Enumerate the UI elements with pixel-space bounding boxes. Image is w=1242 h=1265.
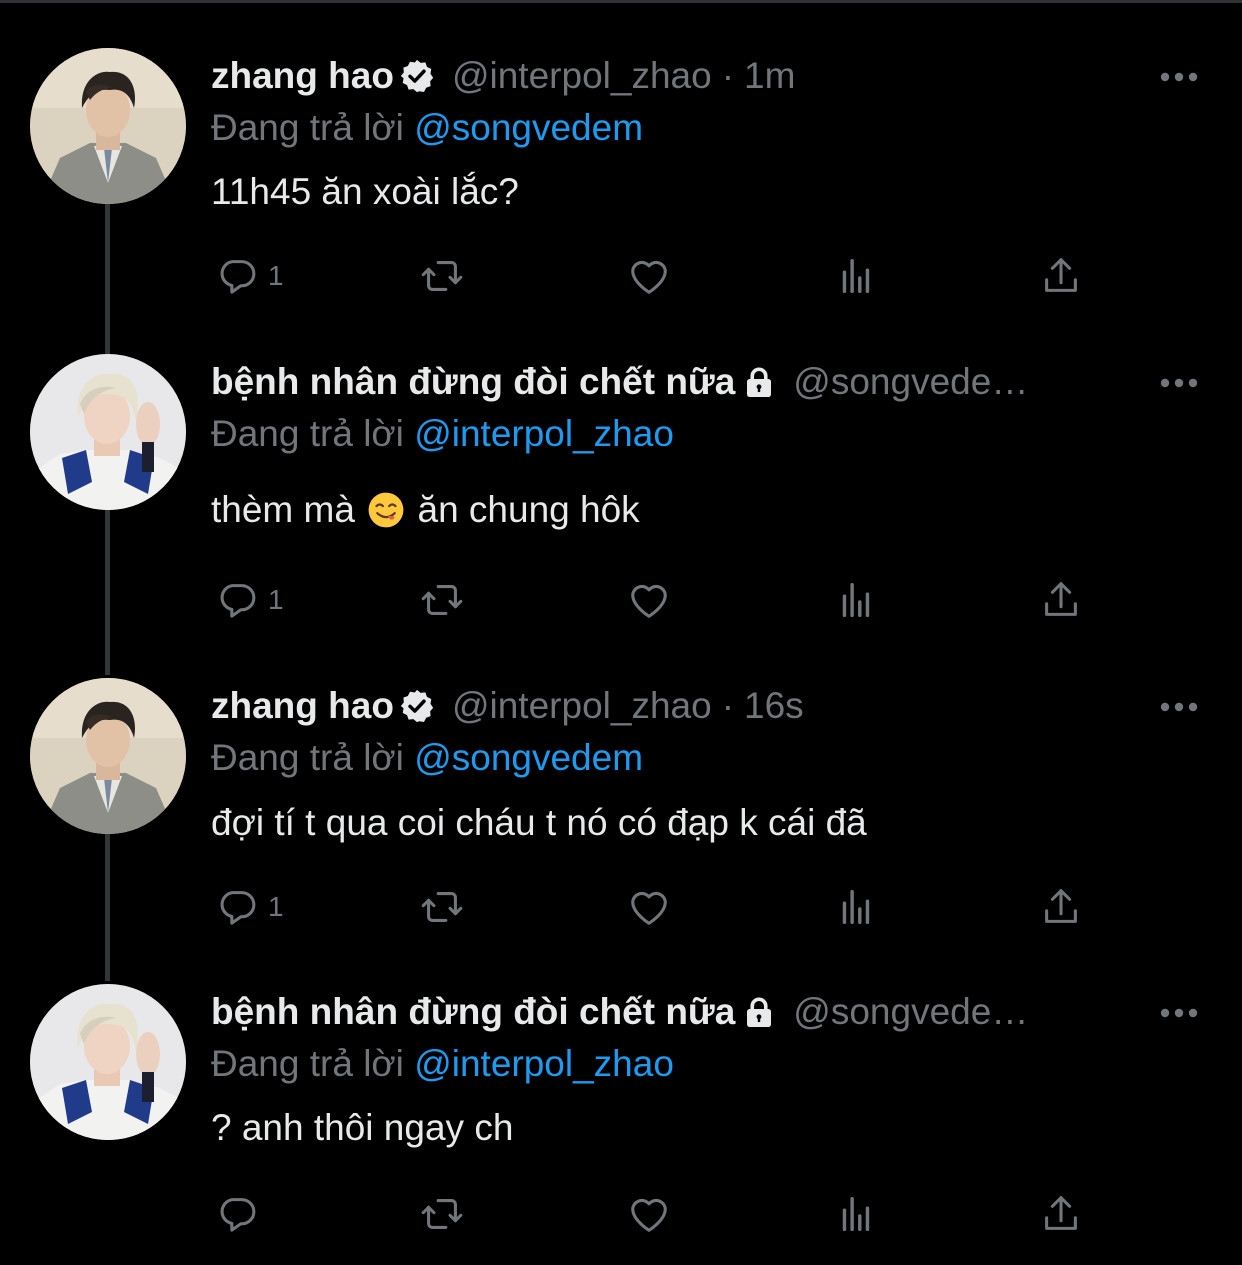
like-button[interactable] <box>626 251 672 301</box>
tweet-text-part: thèm mà <box>211 489 355 530</box>
reply-icon <box>214 253 260 299</box>
share-button[interactable] <box>1038 251 1084 301</box>
retweet-button[interactable] <box>419 251 465 301</box>
retweet-icon <box>419 884 465 930</box>
tweet-text: 11h45 ăn xoài lắc? <box>211 171 519 212</box>
replying-prefix: Đang trả lời <box>211 107 415 148</box>
tweet-text: thèm mà ăn chung hôk <box>211 486 640 534</box>
replying-mention[interactable]: @interpol_zhao <box>414 413 674 454</box>
share-button[interactable] <box>1038 1189 1084 1239</box>
share-icon <box>1038 884 1084 930</box>
more-icon[interactable] <box>1158 700 1200 714</box>
views-button[interactable] <box>832 575 878 625</box>
reply-count: 1 <box>268 584 284 615</box>
avatar[interactable] <box>30 984 186 1140</box>
reply-button[interactable] <box>214 1189 268 1239</box>
avatar[interactable] <box>30 48 186 204</box>
avatar[interactable] <box>30 354 186 510</box>
replying-to: Đang trả lời @songvedem <box>211 734 643 782</box>
reply-button[interactable]: 1 <box>214 251 284 301</box>
tweet-header: bệnh nhân đừng đòi chết nữa @songvede… <box>211 988 1028 1036</box>
separator-dot: · <box>721 685 735 726</box>
reply-button[interactable]: 1 <box>214 882 284 932</box>
replying-mention[interactable]: @songvedem <box>414 107 643 148</box>
like-button[interactable] <box>626 575 672 625</box>
replying-prefix: Đang trả lời <box>211 413 415 454</box>
lock-icon <box>741 994 777 1030</box>
reply-count: 1 <box>268 891 284 922</box>
verified-badge-icon <box>398 687 436 725</box>
handle[interactable]: @songvede… <box>793 358 1028 406</box>
top-border <box>0 0 1242 3</box>
more-icon[interactable] <box>1158 70 1200 84</box>
more-icon[interactable] <box>1158 1006 1200 1020</box>
timestamp[interactable]: 16s <box>744 682 804 730</box>
replying-prefix: Đang trả lời <box>211 737 415 778</box>
replying-to: Đang trả lời @interpol_zhao <box>211 410 674 458</box>
analytics-icon <box>832 884 878 930</box>
heart-icon <box>626 577 672 623</box>
display-name[interactable]: bệnh nhân đừng đòi chết nữa <box>211 988 735 1036</box>
handle[interactable]: @interpol_zhao <box>452 682 712 730</box>
reply-icon <box>214 884 260 930</box>
replying-prefix: Đang trả lời <box>211 1043 415 1084</box>
heart-icon <box>626 884 672 930</box>
retweet-icon <box>419 577 465 623</box>
lock-icon <box>741 364 777 400</box>
replying-mention[interactable]: @songvedem <box>414 737 643 778</box>
tweet-actions: 1 <box>0 882 1242 932</box>
replying-mention[interactable]: @interpol_zhao <box>414 1043 674 1084</box>
tweet-actions: 1 <box>0 251 1242 301</box>
tweet-actions <box>0 1189 1242 1239</box>
savoring-food-emoji <box>367 491 405 529</box>
replying-to: Đang trả lời @songvedem <box>211 104 643 152</box>
display-name[interactable]: bệnh nhân đừng đòi chết nữa <box>211 358 735 406</box>
separator-dot: · <box>721 55 735 96</box>
tweet-actions: 1 <box>0 575 1242 625</box>
reply-icon <box>214 1191 260 1237</box>
like-button[interactable] <box>626 882 672 932</box>
retweet-icon <box>419 253 465 299</box>
share-icon <box>1038 253 1084 299</box>
retweet-button[interactable] <box>419 882 465 932</box>
tweet-header: bệnh nhân đừng đòi chết nữa @songvede… <box>211 358 1028 406</box>
display-name[interactable]: zhang hao <box>211 52 394 100</box>
more-icon[interactable] <box>1158 376 1200 390</box>
tweet-header: zhang hao @interpol_zhao · 16s <box>211 682 804 730</box>
reply-button[interactable]: 1 <box>214 575 284 625</box>
like-button[interactable] <box>626 1189 672 1239</box>
retweet-button[interactable] <box>419 1189 465 1239</box>
share-icon <box>1038 1191 1084 1237</box>
replying-to: Đang trả lời @interpol_zhao <box>211 1040 674 1088</box>
retweet-button[interactable] <box>419 575 465 625</box>
timestamp[interactable]: 1m <box>744 52 795 100</box>
share-button[interactable] <box>1038 882 1084 932</box>
reply-icon <box>214 577 260 623</box>
avatar[interactable] <box>30 678 186 834</box>
heart-icon <box>626 1191 672 1237</box>
tweet-header: zhang hao @interpol_zhao · 1m <box>211 52 795 100</box>
verified-badge-icon <box>398 57 436 95</box>
views-button[interactable] <box>832 251 878 301</box>
reply-count: 1 <box>268 260 284 291</box>
tweet-text: đợi tí t qua coi cháu t nó có đạp k cái … <box>211 802 867 843</box>
analytics-icon <box>832 577 878 623</box>
share-icon <box>1038 577 1084 623</box>
tweet-text-part: ăn chung hôk <box>417 489 640 530</box>
analytics-icon <box>832 253 878 299</box>
views-button[interactable] <box>832 882 878 932</box>
views-button[interactable] <box>832 1189 878 1239</box>
tweet-text: ? anh thôi ngay ch <box>211 1107 514 1148</box>
analytics-icon <box>832 1191 878 1237</box>
heart-icon <box>626 253 672 299</box>
handle[interactable]: @interpol_zhao <box>452 52 712 100</box>
display-name[interactable]: zhang hao <box>211 682 394 730</box>
retweet-icon <box>419 1191 465 1237</box>
share-button[interactable] <box>1038 575 1084 625</box>
handle[interactable]: @songvede… <box>793 988 1028 1036</box>
